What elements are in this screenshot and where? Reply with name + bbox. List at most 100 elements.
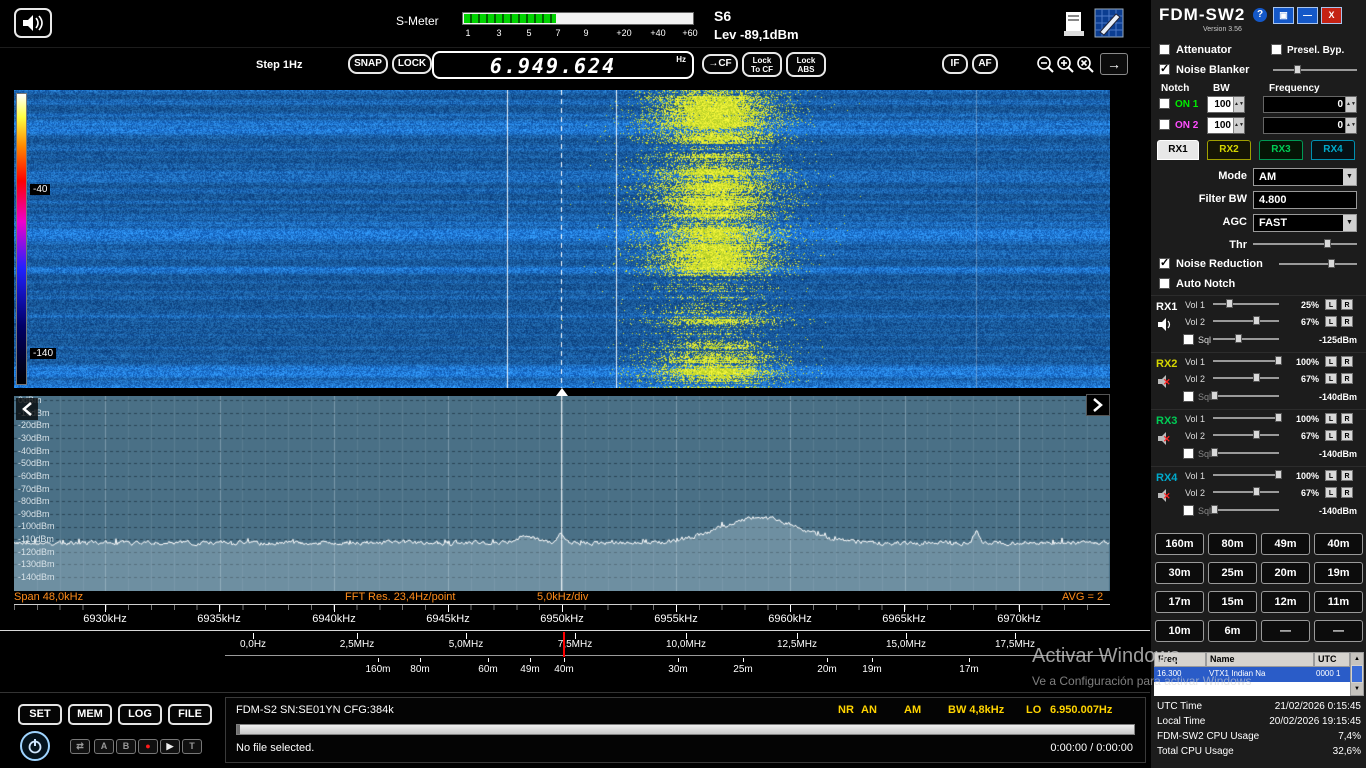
ruler-band-label[interactable]: 80m [410,664,429,675]
file-button[interactable]: FILE [168,704,212,725]
notch2-checkbox[interactable] [1159,119,1170,130]
band-button-25m[interactable]: 25m [1208,562,1257,584]
rx1-vol2-right-button[interactable]: R [1341,316,1353,327]
col-header-utc[interactable]: UTC [1314,652,1350,667]
auto-notch-checkbox[interactable] [1159,278,1170,289]
ruler-band-label[interactable]: 19m [862,664,881,675]
tuning-marker-icon[interactable] [556,388,568,396]
rx1-sql-checkbox[interactable] [1183,334,1194,345]
notch1-bw-spinner[interactable]: 100 ▲▼ [1207,96,1245,113]
ruler-band-label[interactable]: 160m [365,664,390,675]
mem-button[interactable]: MEM [68,704,112,725]
window-restore-button[interactable]: ▣ [1273,7,1294,24]
window-close-button[interactable]: X [1321,7,1342,24]
waterfall-display[interactable]: -40 -140 [14,90,1110,388]
rx1-right-button[interactable]: R [1341,299,1353,310]
noise-blanker-slider[interactable] [1273,64,1357,75]
lock-abs-button[interactable]: Lock ABS [786,52,826,77]
record-button[interactable]: ● [138,739,158,754]
timer-button[interactable]: T [182,739,202,754]
rx2-vol2-slider[interactable] [1213,372,1279,383]
scroll-up-icon[interactable]: ▲ [1351,653,1363,665]
band-button-11m[interactable]: 11m [1314,591,1363,613]
mode-select[interactable]: AM ▼ [1253,168,1357,186]
memory-row-selected[interactable]: 16.300 VTX1 Indian Na 0000 1 [1154,667,1350,682]
rx2-left-button[interactable]: L [1325,356,1337,367]
band-button-49m[interactable]: 49m [1261,533,1310,555]
notch2-freq-spinner[interactable]: 0 ▲▼ [1263,117,1357,134]
rx2-sql-checkbox[interactable] [1183,391,1194,402]
zoom-in-button[interactable] [1056,55,1075,74]
ruler-band-label[interactable]: 25m [733,664,752,675]
rx1-vol2-left-button[interactable]: L [1325,316,1337,327]
tab-rx3[interactable]: RX3 [1259,140,1303,160]
marker-a-button[interactable]: A [94,739,114,754]
rx3-vol2-left-button[interactable]: L [1325,430,1337,441]
speaker-icon[interactable] [1157,318,1173,331]
band-button-80m[interactable]: 80m [1208,533,1257,555]
to-cf-button[interactable]: →CF [702,54,738,74]
rx3-sql-slider[interactable] [1210,447,1279,458]
rx4-sql-checkbox[interactable] [1183,505,1194,516]
screenshot-button[interactable] [1062,10,1086,38]
log-button[interactable]: LOG [118,704,162,725]
frequency-display[interactable]: 6.949.624 Hz [432,51,694,79]
ruler-band-label[interactable]: 17m [959,664,978,675]
col-header-name[interactable]: Name [1206,652,1314,667]
chevron-down-icon[interactable]: ▼ [1343,215,1356,231]
agc-select[interactable]: FAST ▼ [1253,214,1357,232]
band-button-17m[interactable]: 17m [1155,591,1204,613]
notch2-freq-arrows[interactable]: ▲▼ [1345,118,1356,133]
band-button-160m[interactable]: 160m [1155,533,1204,555]
ruler-band-label[interactable]: 49m [520,664,539,675]
notch1-freq-spinner[interactable]: 0 ▲▼ [1263,96,1357,113]
rx4-vol2-right-button[interactable]: R [1341,487,1353,498]
notch1-bw-arrows[interactable]: ▲▼ [1233,97,1244,112]
pan-left-button[interactable] [16,398,38,420]
lock-to-cf-button[interactable]: Lock To CF [742,52,782,77]
current-frequency-marker[interactable] [563,632,565,657]
band-button-6m[interactable]: 6m [1208,620,1257,642]
rx4-right-button[interactable]: R [1341,470,1353,481]
notch2-bw-arrows[interactable]: ▲▼ [1233,118,1244,133]
noise-reduction-slider[interactable] [1279,258,1357,269]
rx1-left-button[interactable]: L [1325,299,1337,310]
tab-rx4[interactable]: RX4 [1311,140,1355,160]
spectrum-display[interactable]: 0dBm -10dBm -20dBm -30dBm -40dBm -50dBm … [14,395,1110,591]
rx3-vol2-slider[interactable] [1213,429,1279,440]
rx3-vol2-right-button[interactable]: R [1341,430,1353,441]
filter-bw-select[interactable]: 4.800 [1253,191,1357,209]
band-button-10m[interactable]: 10m [1155,620,1204,642]
play-button[interactable]: ▶ [160,739,180,754]
band-button-spare1[interactable]: — [1261,620,1310,642]
rx3-left-button[interactable]: L [1325,413,1337,424]
rx4-sql-slider[interactable] [1210,504,1279,515]
ruler-band-label[interactable]: 30m [668,664,687,675]
presel-byp-checkbox[interactable] [1271,44,1282,55]
rx2-right-button[interactable]: R [1341,356,1353,367]
rx4-vol2-slider[interactable] [1213,486,1279,497]
pan-right-button[interactable] [1086,394,1110,416]
table-scrollbar[interactable]: ▲ ▼ [1350,652,1364,696]
memory-table[interactable]: Freq Name UTC 16.300 VTX1 Indian Na 0000… [1154,652,1364,696]
tab-rx1[interactable]: RX1 [1157,140,1199,160]
rx1-vol1-slider[interactable] [1213,298,1279,309]
zoom-reset-button[interactable] [1076,55,1095,74]
rx4-vol1-slider[interactable] [1213,469,1282,480]
lock-button[interactable]: LOCK [392,54,432,74]
tab-rx2[interactable]: RX2 [1207,140,1251,160]
ruler-band-label[interactable]: 60m [478,664,497,675]
rx2-vol2-right-button[interactable]: R [1341,373,1353,384]
attenuator-checkbox[interactable] [1159,44,1170,55]
notch1-freq-arrows[interactable]: ▲▼ [1345,97,1356,112]
scrollbar-thumb[interactable] [1352,666,1362,682]
band-button-19m[interactable]: 19m [1314,562,1363,584]
waterfall-canvas[interactable] [14,90,1110,388]
rx2-vol1-slider[interactable] [1213,355,1282,366]
spectrum-canvas[interactable] [14,396,1110,591]
set-button[interactable]: SET [18,704,62,725]
zoom-out-button[interactable] [1036,55,1055,74]
notch1-checkbox[interactable] [1159,98,1170,109]
help-button[interactable]: ? [1253,8,1267,22]
col-header-freq[interactable]: Freq [1154,652,1206,667]
